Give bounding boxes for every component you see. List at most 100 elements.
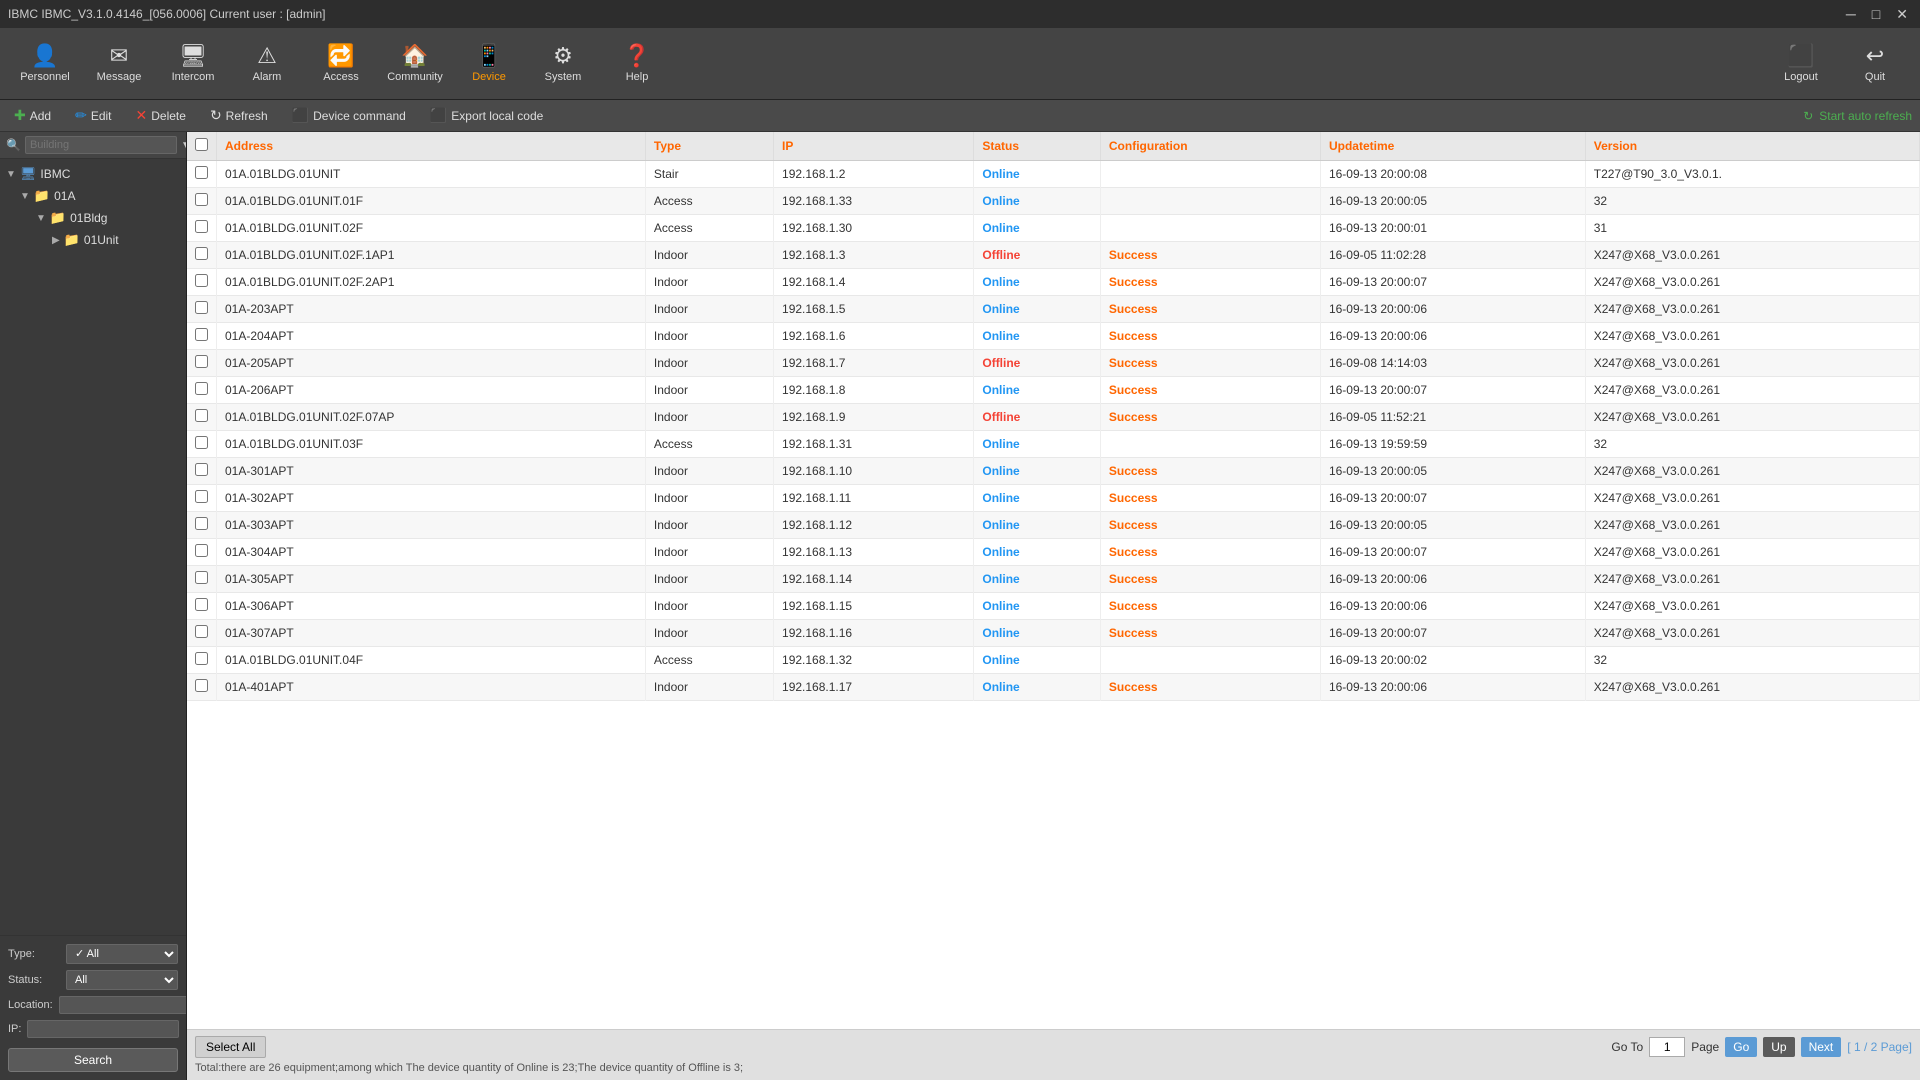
minimize-button[interactable]: ─ xyxy=(1842,6,1860,23)
nav-personnel[interactable]: 👤 Personnel xyxy=(10,32,80,96)
ip-input[interactable] xyxy=(27,1020,179,1038)
table-row[interactable]: 01A.01BLDG.01UNIT.02F.2AP1 Indoor 192.16… xyxy=(187,269,1920,296)
nav-message[interactable]: ✉ Message xyxy=(84,32,154,96)
row-config: Success xyxy=(1100,458,1320,485)
type-select[interactable]: ✓ All Indoor Access Stair xyxy=(66,944,178,964)
nav-alarm-label: Alarm xyxy=(253,71,282,83)
select-all-button[interactable]: Select All xyxy=(195,1036,266,1058)
device-command-button[interactable]: ⬛ Device command xyxy=(286,105,412,126)
table-row[interactable]: 01A.01BLDG.01UNIT.04F Access 192.168.1.3… xyxy=(187,647,1920,674)
row-checkbox[interactable] xyxy=(187,188,217,215)
nav-system[interactable]: ⚙ System xyxy=(528,32,598,96)
row-checkbox[interactable] xyxy=(187,674,217,701)
row-updatetime: 16-09-13 20:00:08 xyxy=(1320,161,1585,188)
row-checkbox[interactable] xyxy=(187,485,217,512)
row-checkbox[interactable] xyxy=(187,512,217,539)
table-row[interactable]: 01A.01BLDG.01UNIT.02F Access 192.168.1.3… xyxy=(187,215,1920,242)
row-checkbox[interactable] xyxy=(187,593,217,620)
tree-node-01bldg-label: 01Bldg xyxy=(70,211,107,225)
auto-refresh-icon: ↻ xyxy=(1803,109,1813,123)
row-version: X247@X68_V3.0.0.261 xyxy=(1585,539,1919,566)
page-input[interactable] xyxy=(1649,1037,1685,1057)
table-row[interactable]: 01A-307APT Indoor 192.168.1.16 Online Su… xyxy=(187,620,1920,647)
up-button[interactable]: Up xyxy=(1763,1037,1794,1057)
table-row[interactable]: 01A-306APT Indoor 192.168.1.15 Online Su… xyxy=(187,593,1920,620)
tree-node-01unit[interactable]: ▶ 📁 01Unit xyxy=(0,229,186,251)
table-row[interactable]: 01A.01BLDG.01UNIT.02F.1AP1 Indoor 192.16… xyxy=(187,242,1920,269)
close-button[interactable]: ✕ xyxy=(1892,6,1912,23)
status-label: Status: xyxy=(8,974,60,986)
auto-refresh-button[interactable]: ↻ Start auto refresh xyxy=(1803,109,1912,123)
nav-quit[interactable]: ↩ Quit xyxy=(1840,32,1910,96)
row-checkbox[interactable] xyxy=(187,350,217,377)
nav-logout[interactable]: ⬛ Logout xyxy=(1766,32,1836,96)
nav-access[interactable]: 🔁 Access xyxy=(306,32,376,96)
tree-node-ibmc[interactable]: ▼ 🖥 IBMC xyxy=(0,163,186,185)
row-checkbox[interactable] xyxy=(187,215,217,242)
nav-device[interactable]: 📱 Device xyxy=(454,32,524,96)
row-updatetime: 16-09-13 20:00:06 xyxy=(1320,323,1585,350)
table-row[interactable]: 01A-302APT Indoor 192.168.1.11 Online Su… xyxy=(187,485,1920,512)
footer: Select All Go To Page Go Up Next [ 1 / 2… xyxy=(187,1029,1920,1080)
nav-intercom[interactable]: 🖥 Intercom xyxy=(158,32,228,96)
row-checkbox[interactable] xyxy=(187,404,217,431)
nav-alarm[interactable]: ⚠ Alarm xyxy=(232,32,302,96)
location-input[interactable] xyxy=(59,996,187,1014)
table-row[interactable]: 01A-303APT Indoor 192.168.1.12 Online Su… xyxy=(187,512,1920,539)
row-ip: 192.168.1.33 xyxy=(774,188,974,215)
row-updatetime: 16-09-13 20:00:05 xyxy=(1320,188,1585,215)
row-checkbox[interactable] xyxy=(187,431,217,458)
row-status: Online xyxy=(974,458,1101,485)
table-row[interactable]: 01A-401APT Indoor 192.168.1.17 Online Su… xyxy=(187,674,1920,701)
table-row[interactable]: 01A.01BLDG.01UNIT.01F Access 192.168.1.3… xyxy=(187,188,1920,215)
row-checkbox[interactable] xyxy=(187,647,217,674)
tree-node-01bldg[interactable]: ▼ 📁 01Bldg xyxy=(0,207,186,229)
status-select[interactable]: All Online Offline xyxy=(66,970,178,990)
add-button[interactable]: ✚ Add xyxy=(8,105,57,126)
maximize-button[interactable]: □ xyxy=(1868,6,1884,23)
table-row[interactable]: 01A-304APT Indoor 192.168.1.13 Online Su… xyxy=(187,539,1920,566)
row-checkbox[interactable] xyxy=(187,323,217,350)
row-type: Indoor xyxy=(645,539,773,566)
next-button[interactable]: Next xyxy=(1801,1037,1842,1057)
row-checkbox[interactable] xyxy=(187,458,217,485)
table-row[interactable]: 01A-301APT Indoor 192.168.1.10 Online Su… xyxy=(187,458,1920,485)
table-row[interactable]: 01A-206APT Indoor 192.168.1.8 Online Suc… xyxy=(187,377,1920,404)
row-checkbox[interactable] xyxy=(187,539,217,566)
row-checkbox[interactable] xyxy=(187,269,217,296)
row-config xyxy=(1100,161,1320,188)
edit-button[interactable]: ✏ Edit xyxy=(69,105,117,126)
nav-help[interactable]: ❓ Help xyxy=(602,32,672,96)
table-row[interactable]: 01A-204APT Indoor 192.168.1.6 Online Suc… xyxy=(187,323,1920,350)
row-checkbox[interactable] xyxy=(187,566,217,593)
table-row[interactable]: 01A-203APT Indoor 192.168.1.5 Online Suc… xyxy=(187,296,1920,323)
row-config: Success xyxy=(1100,485,1320,512)
row-ip: 192.168.1.11 xyxy=(774,485,974,512)
header-checkbox[interactable] xyxy=(195,138,208,151)
row-status: Online xyxy=(974,215,1101,242)
row-checkbox[interactable] xyxy=(187,242,217,269)
row-checkbox[interactable] xyxy=(187,620,217,647)
row-checkbox[interactable] xyxy=(187,161,217,188)
row-checkbox[interactable] xyxy=(187,377,217,404)
refresh-button[interactable]: ↻ Refresh xyxy=(204,105,274,126)
row-status: Online xyxy=(974,269,1101,296)
nav-community-label: Community xyxy=(387,71,443,83)
export-local-code-button[interactable]: ⬛ Export local code xyxy=(424,105,550,126)
table-row[interactable]: 01A.01BLDG.01UNIT Stair 192.168.1.2 Onli… xyxy=(187,161,1920,188)
row-checkbox[interactable] xyxy=(187,296,217,323)
nav-community[interactable]: 🏠 Community xyxy=(380,32,450,96)
table-row[interactable]: 01A-205APT Indoor 192.168.1.7 Offline Su… xyxy=(187,350,1920,377)
search-button[interactable]: Search xyxy=(8,1048,178,1072)
table-row[interactable]: 01A-305APT Indoor 192.168.1.14 Online Su… xyxy=(187,566,1920,593)
row-type: Access xyxy=(645,647,773,674)
row-config: Success xyxy=(1100,539,1320,566)
delete-button[interactable]: ✕ Delete xyxy=(130,105,192,126)
sidebar-search-input[interactable] xyxy=(25,136,177,154)
go-button[interactable]: Go xyxy=(1725,1037,1757,1057)
row-address: 01A-305APT xyxy=(217,566,646,593)
filter-ip-row: IP: xyxy=(8,1020,178,1038)
table-row[interactable]: 01A.01BLDG.01UNIT.03F Access 192.168.1.3… xyxy=(187,431,1920,458)
table-row[interactable]: 01A.01BLDG.01UNIT.02F.07AP Indoor 192.16… xyxy=(187,404,1920,431)
tree-node-01a[interactable]: ▼ 📁 01A xyxy=(0,185,186,207)
